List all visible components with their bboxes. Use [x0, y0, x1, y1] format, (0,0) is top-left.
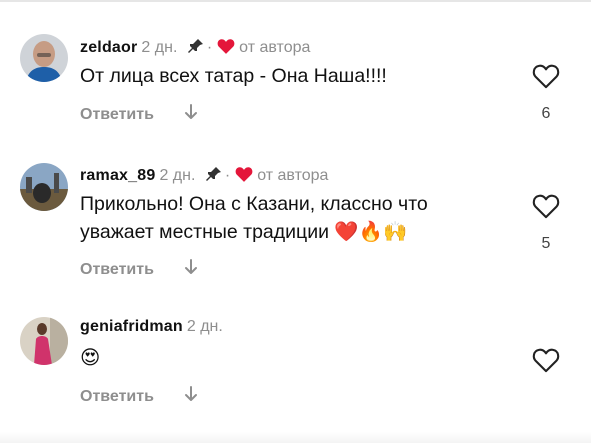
like-button[interactable]	[532, 63, 560, 89]
like-button[interactable]	[532, 347, 560, 373]
timestamp: 2 дн.	[141, 39, 178, 56]
comment-text: 😍	[80, 346, 101, 369]
comment-text: От лица всех татар - Она Наша!!!!	[80, 65, 387, 87]
username[interactable]: ramax_89	[80, 167, 155, 184]
username[interactable]: geniafridman	[80, 318, 183, 335]
comment-meta: zeldaor 2 дн. · от автора	[80, 38, 310, 59]
emoji-group: ❤️🔥🙌	[334, 220, 408, 243]
like-button[interactable]	[532, 193, 560, 219]
reply-button[interactable]: Ответить	[80, 388, 154, 406]
like-count: 5	[541, 235, 551, 252]
pin-icon	[205, 166, 222, 187]
top-divider	[0, 0, 591, 2]
comment-meta: geniafridman 2 дн.	[80, 318, 223, 336]
heart-outline-icon	[532, 64, 560, 89]
pin-icon	[187, 38, 204, 59]
arrow-down-icon[interactable]	[184, 386, 198, 407]
comment-text-fragment: уважает местные традиции	[80, 221, 329, 243]
author-heart-icon	[235, 166, 253, 187]
liked-by-author-label: от автора	[257, 167, 329, 184]
reply-row: Ответить	[80, 386, 198, 407]
heart-outline-icon	[532, 194, 560, 219]
author-heart-icon	[217, 38, 235, 59]
avatar[interactable]	[20, 163, 68, 211]
username[interactable]: zeldaor	[80, 39, 137, 56]
comment-text-line: Прикольно! Она с Казани, классно что	[80, 193, 428, 215]
comment-text: Прикольно! Она с Казани, классно что ува…	[80, 190, 510, 246]
like-count: 6	[541, 105, 551, 122]
arrow-down-icon[interactable]	[184, 259, 198, 280]
reply-button[interactable]: Ответить	[80, 261, 154, 279]
arrow-down-icon[interactable]	[184, 104, 198, 125]
next-comment-peek	[0, 432, 591, 443]
comment-text-line: уважает местные традиции ❤️🔥🙌	[80, 218, 510, 246]
reply-row: Ответить	[80, 259, 198, 280]
timestamp: 2 дн.	[186, 318, 223, 335]
avatar[interactable]	[20, 34, 68, 82]
separator-dot: ·	[224, 167, 231, 184]
liked-by-author-label: от автора	[239, 39, 311, 56]
comment-meta: ramax_89 2 дн. · от автора	[80, 166, 328, 187]
heart-outline-icon	[532, 348, 560, 373]
timestamp: 2 дн.	[159, 167, 196, 184]
separator-dot: ·	[206, 39, 213, 56]
reply-row: Ответить	[80, 104, 198, 125]
avatar[interactable]	[20, 317, 68, 365]
reply-button[interactable]: Ответить	[80, 106, 154, 124]
